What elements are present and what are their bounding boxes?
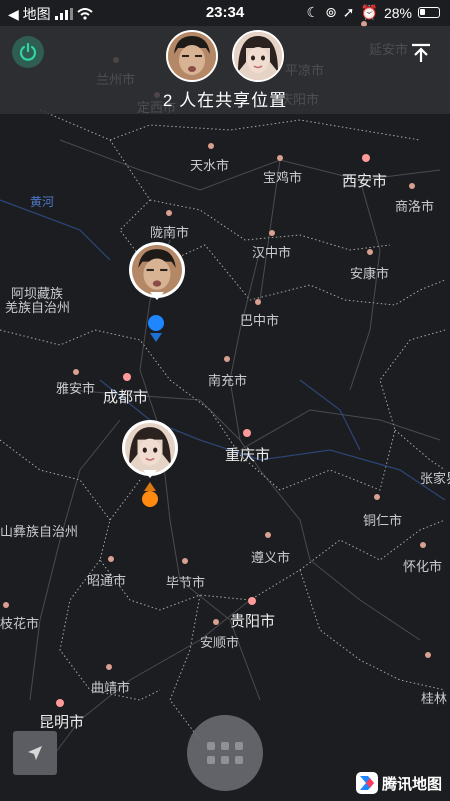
user-2-face [234, 32, 282, 80]
location-services-icon: ➚ [342, 4, 355, 20]
city-label: 毕节市 [166, 575, 205, 590]
city-label: 遵义市 [251, 550, 290, 565]
city-label: 铜仁市 [363, 513, 402, 528]
city-label: 南充市 [208, 373, 247, 388]
city-label: 陇南市 [150, 225, 189, 240]
city-label: 张家界 [420, 471, 450, 486]
city-label: 桂林 [421, 691, 447, 706]
stop-sharing-button[interactable] [12, 36, 44, 68]
city-label: 羌族自治州 [5, 300, 70, 315]
city-label: 重庆市 [225, 447, 270, 464]
brand-logo: 腾讯地图 [356, 772, 442, 794]
city-label: 怀化市 [403, 559, 442, 574]
marker-pointer [143, 470, 157, 478]
city-label: 贵阳市 [230, 613, 275, 630]
city-label: 宝鸡市 [263, 170, 302, 185]
grid-menu-icon [207, 742, 215, 750]
city-label: 山彝族自治州 [0, 524, 78, 539]
city-label: 天水市 [190, 158, 229, 173]
city-label: 昭通市 [87, 573, 126, 588]
marker-avatar-frame [122, 420, 178, 476]
moon-icon: ☾ [306, 4, 320, 20]
city-label: 枝花市 [0, 616, 39, 631]
city-label: 西安市 [342, 173, 387, 190]
user-2-location-dot[interactable] [140, 480, 160, 510]
locate-me-button[interactable] [13, 731, 57, 775]
city-label: 雅安市 [56, 381, 95, 396]
locate-arrow-icon [28, 746, 42, 760]
share-panel: 2 人在共享位置 [0, 26, 450, 114]
city-label: 昆明市 [39, 714, 84, 731]
avatar-user-1[interactable] [166, 30, 218, 82]
menu-button[interactable] [187, 715, 263, 791]
city-label: 安康市 [350, 266, 389, 281]
city-label: 曲靖市 [91, 680, 130, 695]
battery-percent: 28% [383, 4, 412, 21]
city-label: 巴中市 [240, 313, 279, 328]
marker-avatar-frame [129, 242, 185, 298]
map-canvas[interactable]: 兰州市定西市天水市宝鸡市西安市商洛市陇南市汉中市安康市阿坝藏族羌族自治州巴中市雅… [0, 0, 450, 801]
city-label: 商洛市 [395, 199, 434, 214]
share-count-label: 2 人在共享位置 [162, 91, 288, 110]
collapse-panel-button[interactable] [408, 40, 434, 66]
marker-pointer [150, 292, 164, 300]
city-label: 阿坝藏族 [11, 286, 63, 301]
city-label: 汉中市 [252, 245, 291, 260]
city-label: 安顺市 [200, 635, 239, 650]
city-label: 成都市 [103, 389, 148, 406]
avatar-user-2[interactable] [232, 30, 284, 82]
river-label: 黄河 [30, 195, 54, 209]
status-right: ☾ ⊚ ➚ ⏰ 28% [306, 4, 440, 21]
user-1-face [168, 32, 216, 80]
user-1-location-dot[interactable] [146, 313, 166, 343]
map-marker-user-2[interactable] [122, 420, 178, 478]
power-icon [19, 42, 37, 61]
tencent-map-logo-icon [356, 772, 378, 794]
marker-avatar-user-2 [125, 423, 175, 473]
collapse-top-icon [412, 43, 430, 62]
status-bar: ◀ 地图 23:34 ☾ ⊚ ➚ ⏰ 28% [0, 0, 450, 26]
alarm-icon: ⏰ [360, 4, 378, 20]
orientation-lock-icon: ⊚ [325, 4, 337, 20]
map-marker-user-1[interactable] [129, 242, 185, 300]
battery-icon [418, 7, 440, 18]
marker-avatar-user-1 [132, 245, 182, 295]
brand-name: 腾讯地图 [382, 775, 443, 793]
